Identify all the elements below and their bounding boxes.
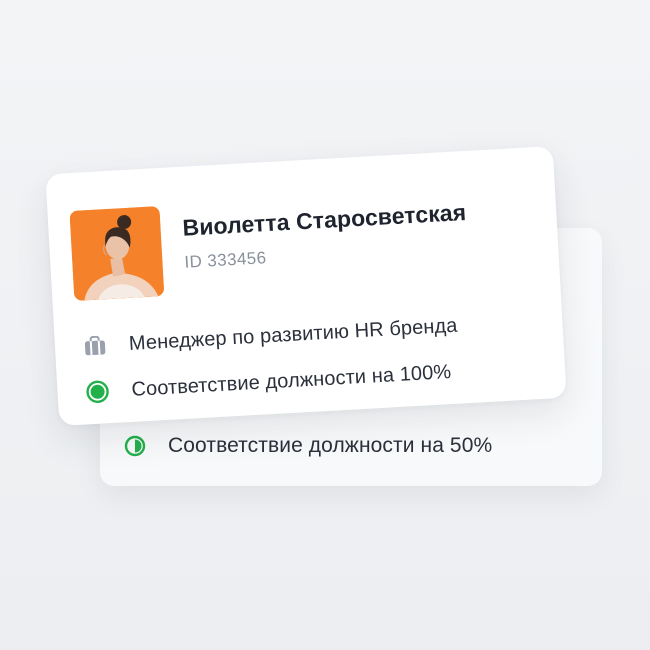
position-row: Менеджер по развитию HR бренда [82,314,458,359]
candidate-name: Виолетта Старосветская [181,198,467,241]
avatar [69,206,165,301]
briefcase-icon [82,333,107,358]
full-circle-icon [85,379,110,404]
job-match-row-secondary: Соответствие должности на 50% [124,434,492,458]
job-match-text: Соответствие должности на 100% [130,360,452,401]
candidate-id: ID 333456 [183,248,267,272]
job-match-text: Соответствие должности на 50% [168,434,493,457]
half-circle-icon [124,435,146,457]
profile-photo [69,206,165,301]
job-match-row: Соответствие должности на 100% [85,360,452,404]
position-title: Менеджер по развитию HR бренда [128,314,459,355]
candidate-card[interactable]: Виолетта Старосветская ID 333456 Менедже… [45,146,567,426]
canvas: Соответствие должности на 50% Виолетта С… [0,0,650,650]
